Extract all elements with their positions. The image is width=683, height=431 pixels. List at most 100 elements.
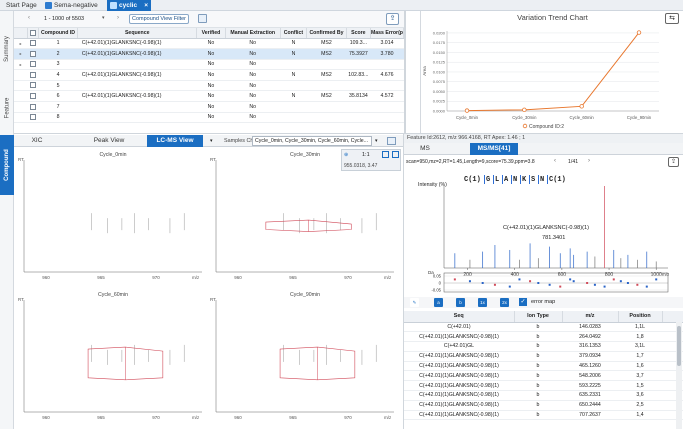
column-header[interactable]: Mass Error(p xyxy=(370,28,404,39)
row-indicator[interactable] xyxy=(14,69,28,81)
column-header[interactable]: Conflict xyxy=(280,28,308,39)
column-header[interactable]: Sequence xyxy=(77,28,198,39)
error-point[interactable] xyxy=(603,285,606,288)
column-header[interactable]: Ion Type xyxy=(514,311,563,323)
row-checkbox-cell[interactable] xyxy=(27,48,39,60)
error-point[interactable] xyxy=(518,278,521,281)
error-point[interactable] xyxy=(593,283,596,286)
row-checkbox[interactable] xyxy=(29,82,36,89)
tab-xic[interactable]: XIC xyxy=(16,135,58,147)
row-checkbox-cell[interactable] xyxy=(27,80,39,92)
row-checkbox[interactable] xyxy=(29,50,36,57)
error-point[interactable] xyxy=(569,278,572,281)
table-row[interactable]: C(+42.01)GL b 316.1353 3,1L xyxy=(404,341,683,352)
error-point[interactable] xyxy=(468,280,471,283)
table-row[interactable]: ▸ 3 No No xyxy=(14,59,404,71)
chevron-down-icon[interactable]: ▾ xyxy=(375,138,378,144)
error-point[interactable] xyxy=(548,283,551,286)
row-indicator[interactable] xyxy=(14,90,28,103)
column-header[interactable]: Seq xyxy=(404,311,515,323)
row-checkbox[interactable] xyxy=(29,61,36,68)
column-header[interactable]: Compound ID xyxy=(38,28,79,39)
side-tab-compound[interactable]: Compound xyxy=(0,135,14,195)
error-point[interactable] xyxy=(559,285,562,288)
table-row[interactable]: C(+42.01)(1)GLANKSNC(-0.98)(1) b 650.2444 2… xyxy=(404,400,683,411)
scrollbar-thumb[interactable] xyxy=(677,326,681,366)
table-row[interactable]: C(+42.01)(1)GLANKSNC(-0.98)(1) b 707.2637 1… xyxy=(404,410,683,421)
table-row[interactable]: C(+42.01)(1)GLANKSNC(-0.98)(1) b 264.0492 1… xyxy=(404,331,683,343)
error-point[interactable] xyxy=(453,278,456,281)
data-point[interactable] xyxy=(579,104,584,109)
error-point[interactable] xyxy=(493,283,496,286)
column-header[interactable]: m/z xyxy=(562,311,619,323)
row-indicator[interactable] xyxy=(14,101,28,113)
table-row[interactable]: C(+42.01)(1)GLANKSNC(-0.98)(1) b 465.1260 1… xyxy=(404,361,683,372)
row-checkbox-cell[interactable] xyxy=(27,38,39,50)
row-indicator[interactable]: ▸ xyxy=(14,48,28,60)
tab-lc-ms-view[interactable]: LC-MS View xyxy=(147,135,203,147)
row-indicator[interactable] xyxy=(14,112,28,124)
row-checkbox-cell[interactable] xyxy=(27,90,39,103)
table-row[interactable]: 7 No No xyxy=(14,101,404,113)
error-point[interactable] xyxy=(626,282,629,284)
row-checkbox-cell[interactable] xyxy=(27,59,39,71)
grid-settings-icon[interactable] xyxy=(198,14,207,23)
error-point[interactable] xyxy=(572,280,575,283)
tab-cyclic[interactable]: cyclic × xyxy=(107,0,152,11)
error-point[interactable] xyxy=(619,280,622,283)
chevron-down-icon[interactable]: ▾ xyxy=(102,15,105,21)
error-point[interactable] xyxy=(655,278,658,281)
table-row[interactable]: 4 C(+42.01)(1)GLANKSNC(-0.98)(1) No No N MS2 1… xyxy=(14,69,404,81)
row-checkbox[interactable] xyxy=(29,40,36,47)
side-tab-feature[interactable]: Feature xyxy=(0,87,14,129)
page-range-select[interactable]: 1 - 1000 of 5503 xyxy=(44,16,84,22)
table-row[interactable]: C(+42.01) b 146.0283 1,1L xyxy=(404,322,683,333)
error-point[interactable] xyxy=(481,282,484,284)
table-row[interactable]: 5 No No xyxy=(14,80,404,92)
tab-start-page[interactable]: Start Page xyxy=(2,0,41,11)
row-checkbox[interactable] xyxy=(29,103,36,110)
table-row[interactable]: 6 C(+42.01)(1)GLANKSNC(-0.98)(1) No No N MS2 3… xyxy=(14,90,404,103)
chevron-down-icon[interactable]: ▾ xyxy=(210,138,213,144)
row-checkbox[interactable] xyxy=(29,71,36,78)
samples-select[interactable]: Cycle_0min, Cycle_30min, Cycle_60min, Cy… xyxy=(252,136,372,146)
error-point[interactable] xyxy=(645,285,648,288)
side-tab-summary[interactable]: Summary xyxy=(0,25,14,73)
row-checkbox-cell[interactable] xyxy=(27,112,39,124)
scrollbar[interactable] xyxy=(676,322,682,429)
column-header[interactable]: Confirmed By xyxy=(306,28,347,39)
select-all-checkbox[interactable] xyxy=(29,29,36,36)
row-checkbox[interactable] xyxy=(29,93,36,100)
row-indicator[interactable]: ▸ xyxy=(14,59,28,71)
tab-peak-view[interactable]: Peak View xyxy=(88,135,130,147)
error-point[interactable] xyxy=(529,280,532,283)
tab-msms[interactable]: MS/MS[41] xyxy=(470,143,518,155)
row-checkbox[interactable] xyxy=(29,114,36,121)
row-checkbox-cell[interactable] xyxy=(27,69,39,81)
error-map-checkbox[interactable]: ✓ xyxy=(519,298,527,306)
column-header[interactable]: Score xyxy=(346,28,371,39)
row-indicator[interactable]: ▸ xyxy=(14,38,28,50)
table-row[interactable]: C(+42.01)(1)GLANKSNC(-0.98)(1) b 635.2331 3… xyxy=(404,390,683,401)
table-row[interactable]: C(+42.01)(1)GLANKSNC(-0.98)(1) b 593.2225 1… xyxy=(404,380,683,392)
tab-ms[interactable]: MS xyxy=(410,143,440,155)
column-header[interactable]: Manual Extraction xyxy=(225,28,281,39)
column-header[interactable] xyxy=(27,28,39,39)
previous-page-icon[interactable]: ‹ xyxy=(28,15,30,21)
table-row[interactable]: C(+42.01)(1)GLANKSNC(-0.98)(1) b 379.0934 1… xyxy=(404,351,683,362)
tool-button-2x[interactable]: 2x xyxy=(500,298,509,307)
data-point[interactable] xyxy=(522,107,527,113)
close-icon[interactable]: × xyxy=(144,0,148,11)
error-point[interactable] xyxy=(537,282,540,284)
table-row[interactable]: ▸ 2 C(+42.01)(1)GLANKSNC(-0.98)(1) No No N MS2… xyxy=(14,48,404,60)
row-indicator[interactable] xyxy=(14,80,28,92)
settings-icon[interactable] xyxy=(387,137,396,145)
table-row[interactable]: C(+42.01)(1)GLANKSNC(-0.98)(1) b 548.2006 3… xyxy=(404,370,683,382)
column-header[interactable]: Position xyxy=(618,311,663,323)
tool-button-1x[interactable]: 1x xyxy=(478,298,487,307)
error-point[interactable] xyxy=(636,283,639,286)
error-point[interactable] xyxy=(612,278,615,281)
error-point[interactable] xyxy=(508,285,511,288)
next-page-icon[interactable]: › xyxy=(117,15,119,21)
tool-button-b[interactable]: b xyxy=(456,298,465,307)
